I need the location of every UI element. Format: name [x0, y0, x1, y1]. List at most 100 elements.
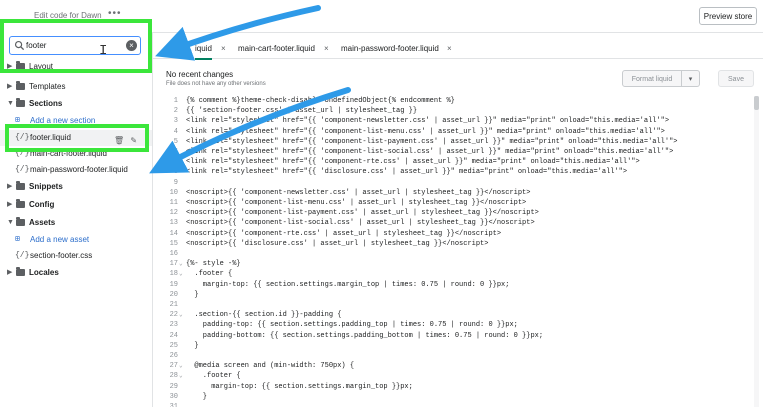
fold-chevron-icon[interactable]: ⌄	[179, 371, 183, 381]
sidebar-folder-templates[interactable]: ▶ Templates	[0, 79, 152, 95]
format-liquid-button[interactable]: Format liquid	[622, 70, 682, 87]
code-line[interactable]: 2 {{ 'section-footer.css' | asset_url | s…	[160, 106, 758, 116]
code-line[interactable]: 30 }	[160, 392, 758, 402]
code-line[interactable]: 27 ⌄ @media screen and (min-width: 750px)…	[160, 361, 758, 371]
add-new-section-link[interactable]: ⊞ Add a new section	[0, 113, 152, 129]
file-main-password-footer[interactable]: {/} main-password-footer.liquid	[0, 162, 152, 178]
line-number: 19	[169, 280, 178, 289]
code-text: {%- style -%}	[186, 260, 241, 269]
caret-right-icon: ▶	[7, 269, 13, 276]
code-line[interactable]: 5 <link rel="stylesheet" href="{{ 'compon…	[160, 137, 758, 147]
save-button[interactable]: Save	[718, 70, 754, 87]
code-line[interactable]: 4 <link rel="stylesheet" href="{{ 'compon…	[160, 127, 758, 137]
line-number: 2	[173, 107, 178, 116]
close-tab-icon[interactable]: ×	[324, 40, 329, 58]
code-text: <link rel="stylesheet" href="{{ 'compone…	[186, 117, 670, 126]
preview-store-button[interactable]: Preview store	[699, 7, 757, 25]
code-line[interactable]: 18 ⌄ .footer {	[160, 269, 758, 279]
close-tab-icon[interactable]: ×	[447, 40, 452, 58]
file-section-footer-css[interactable]: {/} section-footer.css	[0, 248, 152, 264]
code-line[interactable]: 14 <noscript>{{ 'component-rte.css' | ass…	[160, 229, 758, 239]
code-line[interactable]: 12 <noscript>{{ 'component-list-payment.c…	[160, 208, 758, 218]
code-text: <link rel="stylesheet" href="{{ 'compone…	[186, 148, 674, 156]
code-line[interactable]: 6 <link rel="stylesheet" href="{{ 'compon…	[160, 147, 758, 157]
line-number: 12	[169, 209, 178, 218]
line-number: 26	[169, 352, 178, 360]
sidebar-folder-sections[interactable]: ▼ Sections	[0, 96, 152, 112]
line-number: 25	[169, 341, 178, 350]
editor-scrollbar[interactable]	[754, 96, 759, 407]
code-line[interactable]: 21	[160, 300, 758, 310]
code-line[interactable]: 9	[160, 178, 758, 188]
line-number: 7	[173, 158, 178, 167]
code-text: margin-top: {{ section.settings.margin_t…	[186, 382, 413, 391]
line-number: 17	[169, 260, 178, 269]
sidebar-folder-layout[interactable]: ▶ Layout	[0, 59, 152, 75]
clear-search-icon[interactable]: ×	[126, 40, 137, 51]
fold-chevron-icon[interactable]: ⌄	[179, 310, 183, 320]
code-line[interactable]: 16	[160, 249, 758, 259]
code-line[interactable]: 13 <noscript>{{ 'component-list-social.cs…	[160, 218, 758, 228]
code-editor[interactable]: 1 {% comment %}theme-check-disable Undefi…	[160, 96, 758, 407]
code-line[interactable]: 10 <noscript>{{ 'component-newsletter.css…	[160, 188, 758, 198]
code-text: <noscript>{{ 'component-list-payment.css…	[186, 209, 539, 218]
add-new-asset-link[interactable]: ⊞ Add a new asset	[0, 232, 152, 248]
code-line[interactable]: 26	[160, 351, 758, 361]
liquid-file-icon: {/}	[15, 133, 30, 142]
file-search-box[interactable]: ×	[9, 36, 141, 55]
sidebar-folder-locales[interactable]: ▶ Locales	[0, 265, 152, 281]
code-line[interactable]: 3 <link rel="stylesheet" href="{{ 'compon…	[160, 116, 758, 126]
status-title: No recent changes	[166, 70, 234, 79]
sidebar-folder-config[interactable]: ▶ Config	[0, 197, 152, 213]
code-text: <link rel="stylesheet" href="{{ 'compone…	[186, 127, 665, 136]
tab-main-cart-footer[interactable]: main-cart-footer.liquid	[238, 40, 315, 58]
more-actions-icon[interactable]: •••	[108, 8, 122, 19]
code-line[interactable]: 7 <link rel="stylesheet" href="{{ 'compon…	[160, 157, 758, 167]
file-footer-liquid[interactable]: {/} footer.liquid 🗑 ✎	[0, 130, 152, 146]
line-number: 3	[173, 117, 178, 126]
rename-pencil-icon[interactable]: ✎	[130, 136, 137, 145]
code-line[interactable]: 28 ⌄ .footer {	[160, 371, 758, 381]
code-text: <noscript>{{ 'component-list-social.css'…	[186, 219, 535, 228]
code-text: .section-{{ section.id }}-padding {	[186, 311, 342, 320]
code-line[interactable]: 22 ⌄ .section-{{ section.id }}-padding {	[160, 310, 758, 320]
code-line[interactable]: 1 {% comment %}theme-check-disable Undefi…	[160, 96, 758, 106]
code-line[interactable]: 25 }	[160, 341, 758, 351]
tab-footer-liquid[interactable]: iquid	[195, 40, 212, 60]
caret-right-icon: ▶	[7, 201, 13, 208]
caret-down-icon: ▼	[7, 100, 14, 107]
folder-icon	[16, 181, 25, 190]
add-icon: ⊞	[15, 235, 20, 244]
line-number: 28	[169, 372, 178, 381]
code-line[interactable]: 29 margin-top: {{ section.settings.margi…	[160, 382, 758, 392]
tab-main-password-footer[interactable]: main-password-footer.liquid	[341, 40, 439, 58]
folder-icon	[16, 61, 25, 70]
file-search-input[interactable]	[26, 38, 122, 53]
file-label: main-cart-footer.liquid	[30, 149, 107, 158]
close-tab-icon[interactable]: ×	[221, 40, 226, 58]
caret-down-icon: ▼	[7, 219, 14, 226]
sidebar-folder-snippets[interactable]: ▶ Snippets	[0, 179, 152, 195]
sidebar-folder-assets[interactable]: ▼ Assets	[0, 215, 152, 231]
fold-chevron-icon[interactable]: ⌄	[179, 259, 183, 269]
code-text: <noscript>{{ 'component-list-menu.css' |…	[186, 199, 527, 207]
fold-chevron-icon[interactable]: ⌄	[179, 269, 183, 279]
line-number: 8	[173, 168, 178, 177]
code-line[interactable]: 23 padding-top: {{ section.settings.padd…	[160, 320, 758, 330]
code-line[interactable]: 20 }	[160, 290, 758, 300]
code-line[interactable]: 19 margin-top: {{ section.settings.margi…	[160, 280, 758, 290]
code-line[interactable]: 17 ⌄ {%- style -%}	[160, 259, 758, 269]
code-line[interactable]: 24 padding-bottom: {{ section.settings.p…	[160, 331, 758, 341]
code-line[interactable]: 8 <link rel="stylesheet" href="{{ 'disclo…	[160, 167, 758, 177]
code-line[interactable]: 31	[160, 402, 758, 407]
link-label: Add a new asset	[30, 235, 90, 244]
fold-chevron-icon[interactable]: ⌄	[179, 361, 183, 371]
code-line[interactable]: 11 <noscript>{{ 'component-list-menu.css'…	[160, 198, 758, 208]
file-main-cart-footer[interactable]: {/} main-cart-footer.liquid	[0, 146, 152, 162]
file-label: footer.liquid	[30, 133, 71, 142]
editor-scroll-thumb[interactable]	[754, 96, 759, 110]
chevron-down-icon[interactable]: ▾	[682, 70, 700, 87]
delete-icon[interactable]: 🗑	[114, 136, 124, 145]
code-line[interactable]: 15 <noscript>{{ 'disclosure.css' | asset_…	[160, 239, 758, 249]
folder-icon	[16, 98, 25, 107]
